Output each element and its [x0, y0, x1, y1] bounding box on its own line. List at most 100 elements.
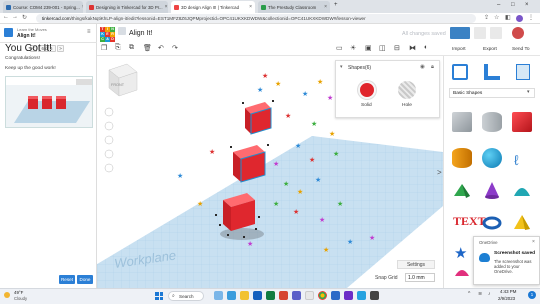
lightbulb-icon[interactable]: ◉ [420, 64, 425, 70]
bookmark-star-icon[interactable]: ☆ [494, 14, 499, 21]
snipping-tool-icon[interactable] [370, 291, 379, 300]
category-select[interactable]: Basic Shapes [449, 88, 535, 98]
close-tab-icon[interactable]: × [165, 4, 168, 10]
import-button[interactable]: Import [452, 47, 466, 52]
chrome-icon[interactable] [318, 291, 327, 300]
red-box-top[interactable] [245, 102, 272, 135]
cone-shape[interactable] [482, 180, 502, 200]
browser-tab[interactable]: Course: COM4 239-001 - Spring... × [3, 1, 83, 13]
user-avatar[interactable] [512, 27, 524, 39]
close-tab-icon[interactable]: × [249, 4, 252, 10]
view-cube[interactable] [108, 63, 138, 97]
close-tab-icon[interactable]: × [82, 4, 83, 10]
design-grid-icon[interactable] [118, 27, 126, 35]
profile-avatar[interactable] [516, 15, 523, 22]
url-input[interactable]: tinkercad.com/things/kakNqtiKhLP-align-i… [36, 14, 476, 23]
lesson-menu-icon[interactable]: ≡ [87, 29, 91, 35]
duplicate-icon[interactable]: ⧉ [129, 44, 134, 52]
scribble-shape[interactable]: ℓ [512, 148, 532, 168]
back-icon[interactable]: ← [3, 14, 9, 20]
send-to-button[interactable]: Send To [512, 47, 530, 52]
notification-center-icon[interactable]: 1 [528, 291, 536, 299]
blocks-view-button[interactable] [474, 27, 486, 39]
delete-icon[interactable]: 🗑 [143, 44, 152, 52]
browser-menu-icon[interactable]: ⋮ [528, 14, 534, 21]
star-shape[interactable]: ★ [452, 244, 472, 264]
half-sphere-shape[interactable] [452, 262, 472, 282]
minimize-icon[interactable]: – [497, 2, 500, 8]
done-button[interactable]: Done [77, 275, 93, 284]
roof-shape[interactable] [452, 180, 472, 200]
wifi-icon[interactable]: ≋ [478, 291, 482, 297]
excel-icon[interactable] [266, 291, 275, 300]
design-title[interactable]: Align It! [129, 30, 152, 37]
file-explorer-icon[interactable] [240, 291, 249, 300]
settings-button[interactable]: Settings [397, 260, 435, 269]
start-icon[interactable] [155, 292, 163, 300]
group-icon[interactable]: ▣ [365, 44, 372, 52]
ruler-tool-icon[interactable] [484, 64, 500, 80]
camera-controls[interactable] [104, 107, 114, 173]
teams-icon[interactable] [292, 291, 301, 300]
workplane-tool-icon[interactable] [452, 64, 468, 80]
bricks-view-button[interactable] [490, 27, 502, 39]
pyramid-shape[interactable] [512, 212, 532, 232]
box-hole-shape[interactable] [452, 112, 472, 132]
forward-icon[interactable]: → [12, 14, 18, 20]
share-icon[interactable]: ⇪ [484, 14, 489, 21]
tray-chevron-icon[interactable]: ^ [468, 291, 470, 297]
close-window-icon[interactable]: × [525, 2, 529, 8]
onenote-icon[interactable] [344, 291, 353, 300]
task-view-icon[interactable] [214, 291, 223, 300]
bulb-icon[interactable]: ☀ [350, 44, 356, 52]
3d-view-button[interactable] [450, 27, 470, 39]
zoom-icon[interactable] [357, 291, 366, 300]
collapse-library-button[interactable]: > [437, 168, 442, 177]
extensions-icon[interactable]: ◧ [505, 14, 511, 21]
snap-grid-select[interactable]: 1.0 mm [405, 273, 435, 282]
export-button[interactable]: Export [483, 47, 497, 52]
undo-icon[interactable]: ↶ [158, 44, 164, 52]
clock-time[interactable]: 4:43 PM [500, 289, 516, 294]
copy-icon[interactable]: ❐ [101, 44, 107, 52]
sphere-shape[interactable] [482, 148, 502, 168]
onedrive-notification[interactable]: OneDrive × Screenshot saved The screensh… [473, 236, 540, 285]
outlook-icon[interactable] [331, 291, 340, 300]
cruise-icon[interactable]: ◐ [424, 44, 428, 51]
align-icon[interactable]: ⊟ [394, 44, 400, 52]
notes-tool-icon[interactable] [516, 64, 530, 80]
close-tab-icon[interactable]: × [324, 4, 327, 10]
lock-icon[interactable]: 🔒︎ [431, 64, 434, 71]
solid-color-swatch[interactable] [358, 81, 376, 99]
torus-shape[interactable] [482, 212, 502, 232]
taskbar-search-box[interactable]: ⌕ Search [168, 291, 204, 301]
browser-tab[interactable]: The Prestudy Classroom × [258, 1, 330, 13]
cylinder-hole-shape[interactable] [482, 112, 502, 132]
clock-date[interactable]: 2/9/2023 [498, 296, 515, 301]
round-roof-shape[interactable] [512, 180, 532, 200]
powerpoint-icon[interactable] [279, 291, 288, 300]
store-icon[interactable] [305, 291, 314, 300]
box-shape[interactable] [512, 112, 532, 132]
mirror-icon[interactable]: ⧓ [409, 44, 416, 52]
weather-temp[interactable]: 49°F [14, 290, 23, 295]
browser-tab[interactable]: Designing in Tinkercad for 3D Pr... × [86, 1, 168, 13]
word-icon[interactable] [253, 291, 262, 300]
maximize-icon[interactable]: □ [511, 2, 515, 8]
paste-icon[interactable]: ⎘ [115, 44, 121, 52]
reset-button[interactable]: Reset [59, 275, 75, 284]
text-shape[interactable]: TEXT [452, 212, 486, 232]
reload-icon[interactable]: ↻ [22, 14, 27, 21]
ungroup-icon[interactable]: ◫ [379, 44, 386, 52]
redo-icon[interactable]: ↷ [172, 44, 178, 52]
browser-tab-active[interactable]: 3D design Align It! | Tinkercad × [171, 1, 255, 13]
red-box-bottom[interactable] [223, 193, 255, 231]
edge-icon[interactable] [227, 291, 236, 300]
volume-icon[interactable]: ♪ [488, 291, 491, 297]
close-notification-icon[interactable]: × [532, 239, 535, 245]
comment-icon[interactable]: ▭ [336, 44, 343, 52]
collapse-icon[interactable]: ▾ [340, 65, 342, 70]
hole-swatch[interactable] [398, 81, 416, 99]
cylinder-shape[interactable] [452, 148, 472, 168]
new-tab-button[interactable]: + [334, 2, 338, 8]
